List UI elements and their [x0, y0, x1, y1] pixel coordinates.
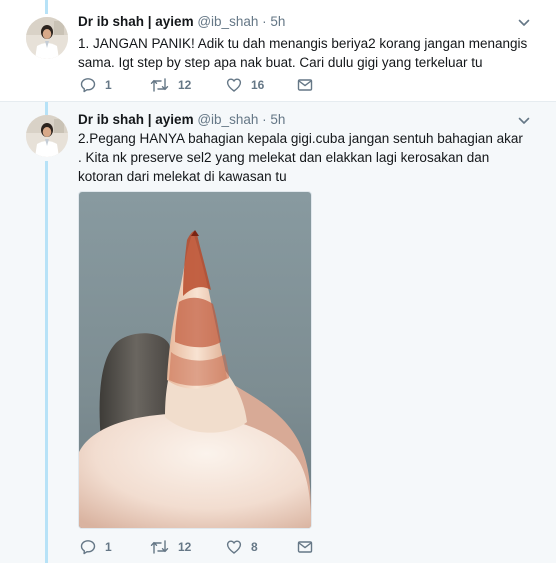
timestamp[interactable]: 5h [270, 14, 285, 29]
thread-line [45, 0, 48, 14]
avatar[interactable] [26, 115, 68, 157]
reply-button[interactable]: 1 [80, 539, 112, 555]
display-name[interactable]: Dr ib shah | ayiem [78, 112, 194, 127]
retweet-button[interactable]: 12 [150, 77, 191, 93]
chevron-down-icon[interactable] [518, 17, 530, 29]
avatar[interactable] [26, 17, 68, 59]
thread-line [45, 161, 48, 563]
retweet-button[interactable]: 12 [150, 539, 191, 555]
separator: · [262, 112, 267, 127]
tweet[interactable]: Dr ib shah | ayiem @ib_shah · 5h 2.Pegan… [0, 101, 556, 563]
reply-icon [80, 78, 96, 93]
username[interactable]: @ib_shah [197, 112, 258, 127]
message-icon [297, 79, 313, 91]
reply-count: 1 [105, 78, 112, 92]
separator: · [262, 14, 267, 29]
tweet-photo[interactable] [78, 191, 312, 529]
like-count: 16 [251, 78, 265, 92]
retweet-count: 12 [178, 540, 192, 554]
tweet-text: 1. JANGAN PANIK! Adik tu dah menangis be… [78, 36, 528, 70]
reply-count: 1 [105, 540, 112, 554]
retweet-icon [150, 78, 169, 92]
like-count: 8 [251, 540, 258, 554]
message-button[interactable] [297, 77, 313, 93]
like-button[interactable]: 8 [226, 539, 258, 555]
retweet-icon [150, 540, 169, 554]
chevron-down-icon[interactable] [518, 115, 530, 127]
tweet[interactable]: Dr ib shah | ayiem @ib_shah · 5h 1. JANG… [0, 0, 556, 101]
timestamp[interactable]: 5h [270, 112, 285, 127]
like-icon [226, 540, 242, 554]
tweet-header: Dr ib shah | ayiem @ib_shah · 5h [78, 14, 285, 29]
reply-button[interactable]: 1 [80, 77, 112, 93]
thread-line [45, 102, 48, 115]
retweet-count: 12 [178, 78, 192, 92]
like-button[interactable]: 16 [226, 77, 264, 93]
tweet-header: Dr ib shah | ayiem @ib_shah · 5h [78, 112, 285, 127]
tweet-text: 2.Pegang HANYA bahagian kepala gigi.cuba… [78, 131, 523, 184]
reply-icon [80, 540, 96, 555]
like-icon [226, 78, 242, 92]
message-icon [297, 541, 313, 553]
message-button[interactable] [297, 539, 313, 555]
username[interactable]: @ib_shah [197, 14, 258, 29]
display-name[interactable]: Dr ib shah | ayiem [78, 14, 194, 29]
